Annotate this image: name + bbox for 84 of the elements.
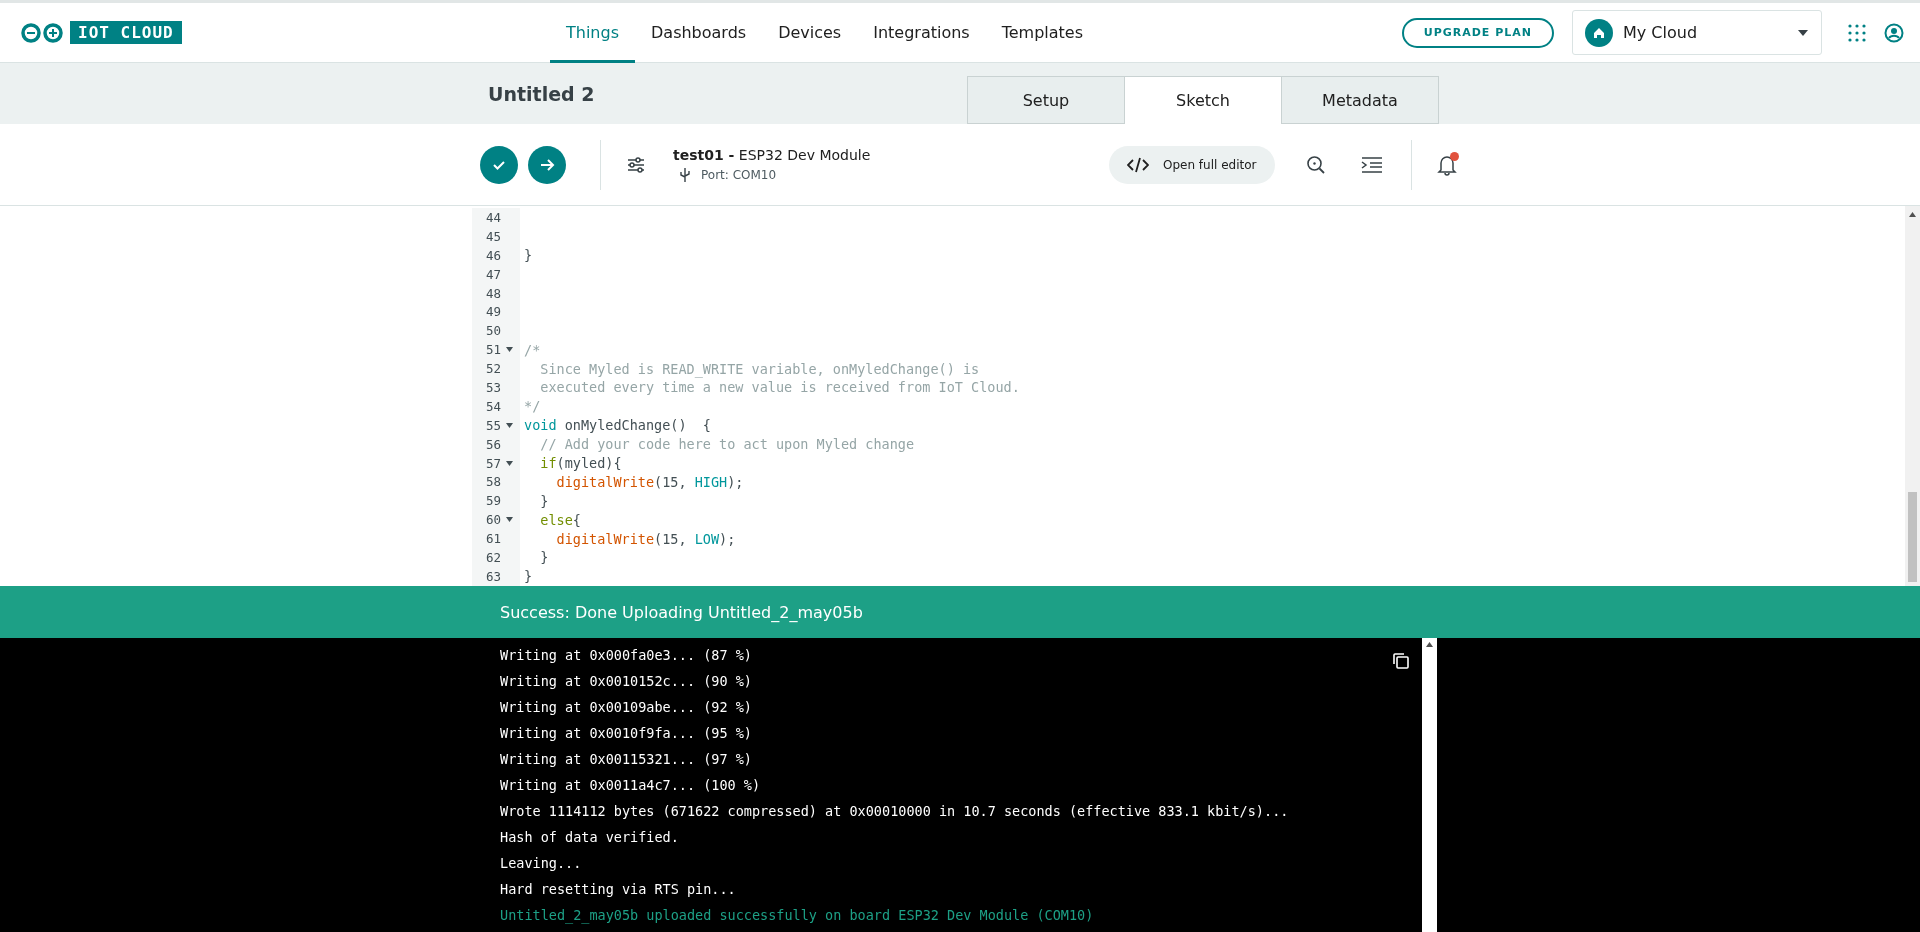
- code-line: else{: [539, 511, 581, 528]
- console-line: Leaving...: [500, 854, 582, 873]
- code-line: // Add your code here to act upon Myled change: [539, 436, 915, 453]
- scroll-up-icon: [1426, 642, 1433, 647]
- port-label: Port: COM10: [701, 167, 777, 182]
- sliders-icon: [626, 156, 646, 173]
- code-line: }: [523, 568, 533, 585]
- upload-button[interactable]: [528, 145, 566, 184]
- logo-text: IOT CLOUD: [70, 21, 182, 44]
- fold-arrow-icon[interactable]: [506, 422, 513, 428]
- code-line: */: [523, 398, 541, 415]
- line-number: 58: [486, 474, 503, 490]
- line-number: 55: [486, 417, 503, 433]
- thing-title: Untitled 2: [488, 82, 596, 105]
- console-line: Hard resetting via RTS pin...: [500, 880, 736, 899]
- tab[interactable]: Setup: [967, 76, 1125, 124]
- console-line: Untitled_2_may05b uploaded successfully on board ESP32 Dev Module (COM10): [500, 906, 1094, 926]
- line-number: 48: [486, 285, 503, 301]
- line-number: 51: [486, 342, 503, 358]
- nav-tab[interactable]: Integrations: [857, 2, 986, 63]
- nav-tab[interactable]: Templates: [985, 2, 1100, 63]
- search-icon: [1305, 154, 1326, 175]
- nav-tab[interactable]: Devices: [762, 2, 858, 63]
- copy-icon: [1392, 652, 1410, 670]
- line-number: 47: [486, 266, 503, 282]
- code-line: executed every time a new value is received from IoT Cloud.: [539, 379, 1020, 396]
- line-number: 59: [486, 493, 503, 509]
- code-line: }: [539, 492, 549, 509]
- fold-arrow-icon[interactable]: [506, 347, 513, 353]
- line-number: 56: [486, 436, 503, 452]
- verify-button[interactable]: [480, 145, 518, 184]
- console-line: Writing at 0x00115321... (97 %): [500, 750, 752, 769]
- console-line: Hash of data verified.: [500, 828, 679, 847]
- infinity-logo-icon: [20, 22, 64, 43]
- code-icon: [1127, 156, 1149, 173]
- line-number: 60: [486, 512, 503, 528]
- arrow-right-icon: [539, 156, 555, 173]
- line-number: 49: [486, 304, 503, 320]
- status-message: Success: Done Uploading Untitled_2_may05b: [0, 586, 1920, 638]
- code-line: digitalWrite(15, LOW);: [555, 530, 736, 547]
- line-number: 52: [486, 361, 503, 377]
- console-line: Writing at 0x00109abe... (92 %): [500, 698, 752, 717]
- scrollbar[interactable]: [1905, 206, 1920, 586]
- upgrade-plan-button[interactable]: UPGRADE PLAN: [1401, 17, 1554, 48]
- console-scrollbar[interactable]: [1422, 638, 1437, 932]
- indent-icon: [1360, 155, 1383, 174]
- bell-icon: [1436, 153, 1457, 176]
- open-full-editor-button[interactable]: Open full editor: [1109, 145, 1275, 184]
- usb-icon: [679, 166, 691, 183]
- code-line: void onMyledChange() {: [523, 417, 711, 434]
- apps-grid-icon[interactable]: [1848, 23, 1866, 42]
- console-line: Writing at 0x0010f9fa... (95 %): [500, 724, 752, 743]
- line-number: 53: [486, 379, 503, 395]
- scrollbar-thumb[interactable]: [1908, 492, 1917, 582]
- code-line: Since Myled is READ_WRITE variable, onMyledChange() is: [539, 360, 980, 377]
- caret-icon: [1797, 28, 1809, 37]
- line-number: 57: [486, 455, 503, 471]
- user-avatar-icon[interactable]: [1884, 22, 1904, 43]
- line-number: 54: [486, 398, 503, 414]
- line-number: 61: [486, 531, 503, 547]
- line-number: 63: [486, 568, 503, 584]
- line-number: 45: [486, 228, 503, 244]
- line-number: 50: [486, 323, 503, 339]
- scroll-up-icon: [1909, 212, 1916, 217]
- line-number: 46: [486, 247, 503, 263]
- board-name: test01 - ESP32 Dev Module: [673, 146, 872, 163]
- tab[interactable]: Metadata: [1281, 76, 1439, 124]
- line-number: 62: [486, 549, 503, 565]
- code-line: }: [523, 247, 533, 264]
- code-line: /*: [523, 341, 541, 358]
- space-select[interactable]: My Cloud: [1572, 10, 1822, 55]
- line-number: 44: [486, 209, 503, 225]
- tab[interactable]: Sketch: [1124, 76, 1282, 124]
- home-icon: [1585, 18, 1613, 47]
- console-line: Writing at 0x000fa0e3... (87 %): [500, 646, 752, 665]
- console-line: Writing at 0x0011a4c7... (100 %): [500, 776, 761, 795]
- fold-arrow-icon[interactable]: [506, 460, 513, 466]
- console-line: Writing at 0x0010152c... (90 %): [500, 672, 752, 691]
- fold-arrow-icon[interactable]: [506, 517, 513, 523]
- nav-tab[interactable]: Dashboards: [635, 2, 763, 63]
- console-line: Wrote 1114112 bytes (671622 compressed) at 0x00010000 in 10.7 seconds (effective 833.1 kbit/s)...: [500, 802, 1289, 821]
- code-line: digitalWrite(15, HIGH);: [555, 473, 744, 490]
- code-line: }: [539, 549, 549, 566]
- code-line: if(myled){: [539, 455, 622, 471]
